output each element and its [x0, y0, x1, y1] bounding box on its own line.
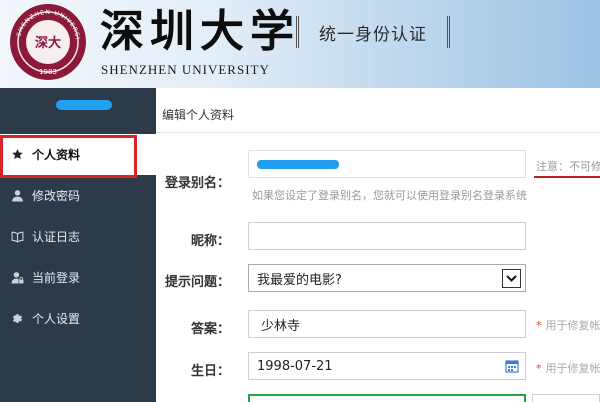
answer-note: * 用于修复帐 — [536, 319, 600, 332]
university-name-cn: 深圳大学 — [100, 6, 300, 57]
sidebar: 个人资料 修改密码 认证日志 当前登录 个人设置 — [0, 88, 156, 402]
username-redacted — [56, 100, 112, 110]
sidebar-item-label: 修改密码 — [32, 189, 81, 203]
book-icon — [10, 230, 24, 244]
university-seal-logo: SHENZHEN UNIVERSITY 深大 1983 — [8, 2, 86, 80]
sidebar-item-settings[interactable]: 个人设置 — [0, 298, 156, 339]
svg-text:1983: 1983 — [39, 68, 57, 76]
sidebar-item-change-password[interactable]: 修改密码 — [0, 175, 156, 216]
user-icon — [10, 189, 24, 203]
main-content: 编辑个人资料 登录别名： 如果您设定了登录别名，您就可以使用登录别名登录系统 注… — [156, 88, 600, 402]
next-aux-input[interactable] — [532, 394, 600, 402]
sidebar-item-profile[interactable]: 个人资料 — [0, 134, 156, 178]
birthday-input[interactable]: 1998-07-21 — [248, 352, 526, 380]
system-title-box: 统一身份认证 — [296, 16, 450, 48]
sidebar-item-label: 认证日志 — [32, 230, 81, 244]
nickname-label: 昵称： — [190, 234, 230, 249]
svg-text:深大: 深大 — [35, 35, 61, 51]
sidebar-item-label: 个人设置 — [32, 312, 81, 326]
alias-hint: 如果您设定了登录别名，您就可以使用登录别名登录系统 — [252, 189, 527, 202]
nickname-input[interactable] — [248, 222, 526, 250]
chevron-down-icon[interactable] — [502, 269, 521, 288]
sidebar-item-label: 个人资料 — [32, 148, 81, 162]
sidebar-item-label: 当前登录 — [32, 271, 81, 285]
alias-input[interactable] — [248, 150, 526, 178]
alias-warning: 注意：不可修 — [536, 160, 600, 173]
system-title: 统一身份认证 — [319, 24, 427, 45]
portal-header: SHENZHEN UNIVERSITY 深大 1983 深圳大学 SHENZHE… — [0, 0, 600, 88]
alias-label: 登录别名： — [164, 176, 230, 191]
university-name-en: SHENZHEN UNIVERSITY — [101, 62, 270, 77]
answer-value: 少林寺 — [261, 318, 301, 334]
birthday-value: 1998-07-21 — [257, 358, 333, 374]
calendar-icon[interactable] — [505, 359, 519, 373]
next-input[interactable] — [248, 394, 526, 402]
answer-input[interactable]: 少林寺 — [248, 310, 526, 338]
page-title: 编辑个人资料 — [162, 108, 235, 122]
sidebar-nav: 个人资料 修改密码 认证日志 当前登录 个人设置 — [0, 134, 156, 339]
sidebar-item-current-login[interactable]: 当前登录 — [0, 257, 156, 298]
answer-label: 答案： — [190, 322, 230, 337]
alias-redacted — [257, 159, 339, 169]
question-select[interactable]: 我最爱的电影? — [248, 264, 526, 292]
birthday-label: 生日： — [190, 364, 230, 379]
question-selected-value: 我最爱的电影? — [257, 272, 342, 288]
user-lock-icon — [10, 271, 24, 285]
alias-warning-underline — [534, 176, 600, 178]
identity-portal: SHENZHEN UNIVERSITY 深大 1983 深圳大学 SHENZHE… — [0, 0, 600, 402]
gear-icon — [10, 312, 24, 326]
star-icon — [10, 148, 24, 162]
birthday-note: * 用于修复帐 — [536, 362, 600, 375]
sidebar-item-auth-log[interactable]: 认证日志 — [0, 216, 156, 257]
question-label: 提示问题： — [164, 275, 230, 290]
title-divider — [156, 132, 600, 133]
